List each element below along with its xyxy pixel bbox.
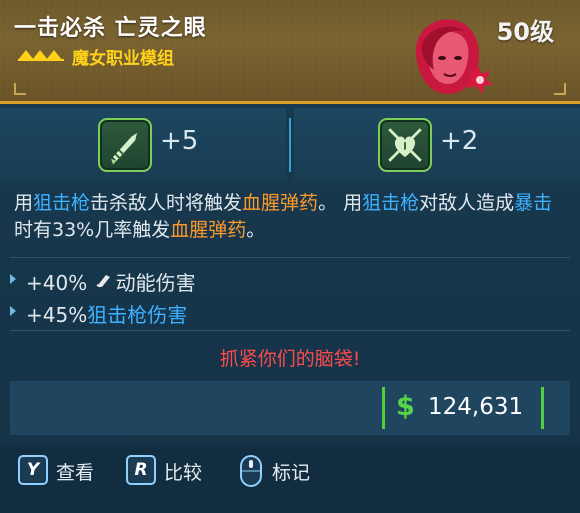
stats-divider [10,330,570,331]
stat-line-sniper: +45%狙击枪伤害 [0,296,580,328]
skill-divider [286,118,294,172]
header-corner-left [14,83,26,95]
item-subtitle: 魔女职业模组 [72,49,174,69]
skill-bonus-2: +2 [294,108,580,182]
skill-bonus-2-value: +2 [440,126,479,156]
stat-sniper-value: +45%狙击枪伤害 [26,303,188,327]
currency-icon: $ [396,391,415,422]
kinetic-element-icon [96,275,110,287]
r-key-icon: R [126,455,156,485]
skill-bonuses: +5 +2 [0,108,580,182]
y-key-icon: Y [18,455,48,485]
item-description: 用狙击枪击杀敌人时将触发血腥弹药。 用狙击枪对敌人造成暴击时有33%几率触发血腥… [14,192,553,241]
rarity-chevrons-icon [18,50,64,61]
flavor-text: 抓紧你们的脑袋! [219,348,361,370]
description-divider [10,257,570,258]
item-level: 50级 [496,18,554,46]
header-corner-right [554,83,566,95]
heart-crosshair-icon [378,118,432,172]
item-card: 一击必杀 亡灵之眼 50级 魔女职业模组 +5 +2 用狙击枪击杀敌人时将触发血… [0,0,580,513]
mouse-icon [240,455,262,487]
action-footer: Y 查看 R 比较 标记 [0,445,580,513]
bullet-arrow-icon [10,306,16,316]
compare-label: 比较 [164,462,203,484]
view-label: 查看 [56,462,95,484]
siren-portrait-icon [415,19,494,94]
skill-bonus-1: +5 [0,108,286,182]
bullet-arrow-icon [10,274,16,284]
stat-line-kinetic: +40% 动能伤害 [0,264,580,296]
sniper-bullet-icon [98,118,152,172]
item-price: $ 124,631 [382,387,544,429]
price-amount: 124,631 [428,394,524,420]
skill-bonus-1-value: +5 [160,126,199,156]
price-bracket-left [382,387,385,429]
price-bracket-right [541,387,544,429]
item-title: 一击必杀 亡灵之眼 [14,16,207,41]
mark-label: 标记 [272,462,311,484]
item-header: 一击必杀 亡灵之眼 50级 魔女职业模组 [0,0,580,104]
